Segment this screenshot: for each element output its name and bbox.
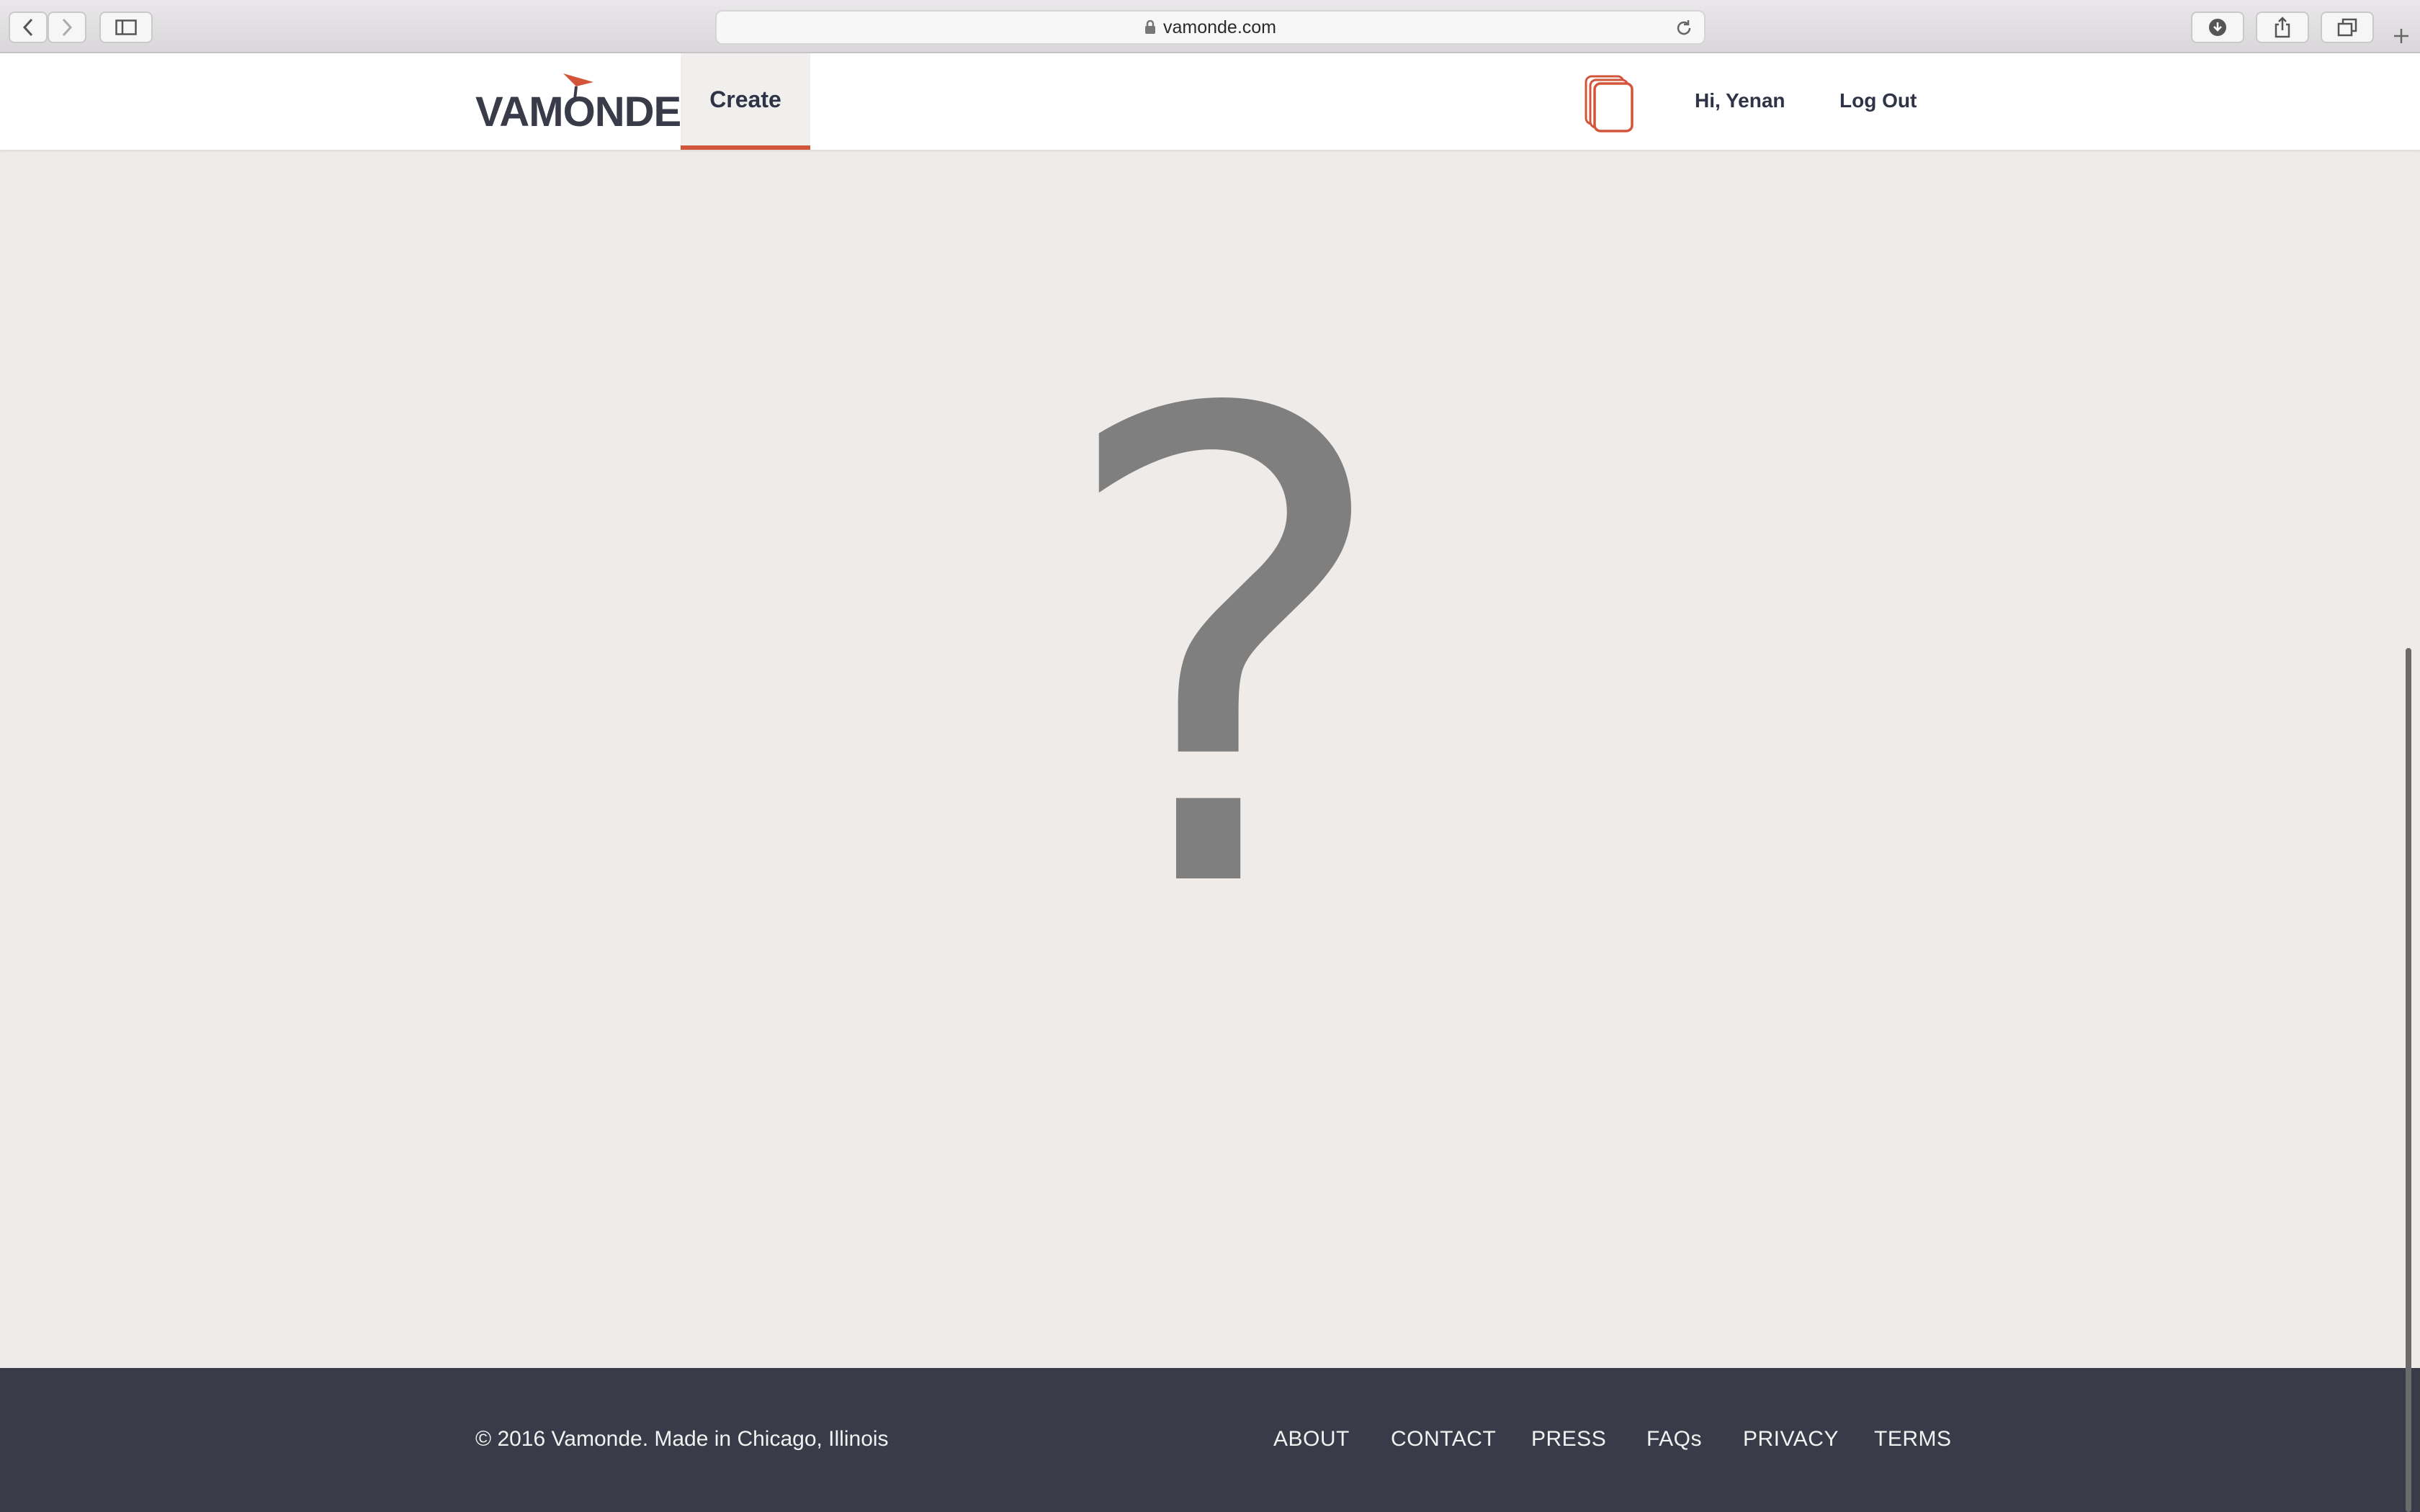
lock-icon [1144, 20, 1155, 34]
page-scrollbar[interactable] [2406, 648, 2411, 1512]
back-button[interactable] [9, 12, 48, 43]
logout-link[interactable]: Log Out [1839, 89, 1917, 112]
footer-link-faqs[interactable]: FAQs [1646, 1427, 1702, 1452]
downloads-button[interactable] [2191, 12, 2244, 43]
share-icon [2275, 17, 2290, 38]
url-text: vamonde.com [1162, 17, 1277, 37]
tabs-overview-button[interactable] [2321, 12, 2374, 43]
vamonde-logo[interactable]: VAMONDE [475, 69, 681, 135]
site-header: VAMONDE Create Hi, Yenan Log Out [0, 53, 2420, 150]
footer-link-about[interactable]: ABOUT [1273, 1427, 1350, 1452]
nav-create[interactable]: Create [681, 53, 810, 150]
download-icon [2209, 19, 2226, 36]
sidebar-icon [115, 19, 137, 35]
paper-plane-icon [563, 73, 593, 100]
chevron-right-icon [62, 18, 73, 37]
forward-button[interactable] [48, 12, 86, 43]
new-tab-button[interactable] [2387, 22, 2416, 50]
site-footer: © 2016 Vamonde. Made in Chicago, Illinoi… [0, 1368, 2420, 1512]
reload-icon[interactable] [1674, 18, 1694, 38]
share-button[interactable] [2256, 12, 2309, 43]
footer-link-contact[interactable]: CONTACT [1391, 1427, 1496, 1452]
chevron-left-icon [22, 18, 33, 37]
placeholder-question-mark: ? [1052, 278, 1397, 1032]
copyright-text: © 2016 Vamonde. Made in Chicago, Illinoi… [475, 1427, 889, 1451]
address-bar[interactable]: vamonde.com [715, 10, 1706, 45]
sidebar-toggle-button[interactable] [99, 12, 153, 43]
tabs-icon [2337, 18, 2357, 37]
user-greeting-link[interactable]: Hi, Yenan [1695, 89, 1785, 112]
nav-create-label: Create [709, 86, 781, 112]
plus-icon [2394, 29, 2408, 43]
footer-link-privacy[interactable]: PRIVACY [1743, 1427, 1839, 1452]
footer-link-terms[interactable]: TERMS [1874, 1427, 1952, 1452]
stacked-cards-icon[interactable] [1583, 73, 1635, 132]
footer-link-press[interactable]: PRESS [1531, 1427, 1606, 1452]
browser-toolbar: vamonde.com [0, 0, 2420, 53]
